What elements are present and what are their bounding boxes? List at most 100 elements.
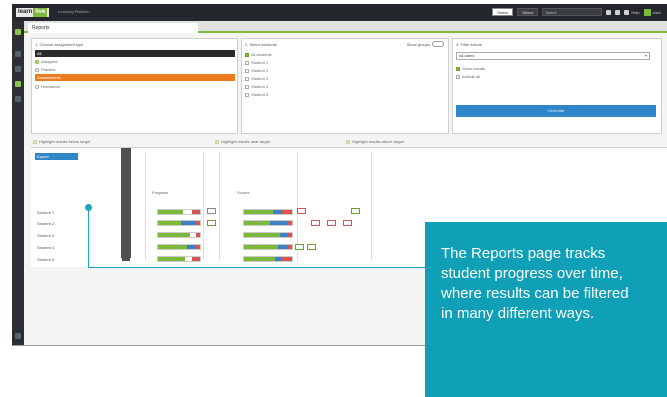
score-segment: [244, 221, 271, 225]
section-label-scores: Scores: [237, 190, 250, 195]
dashboard-icon[interactable]: [15, 51, 21, 57]
user-menu[interactable]: User: [643, 8, 661, 16]
context-selector[interactable]: Select: [542, 8, 603, 16]
help-icon: [624, 9, 630, 15]
settings-nav-icon[interactable]: [15, 96, 21, 102]
export-button[interactable]: Export: [35, 153, 78, 160]
highlight-option[interactable]: Highlight results below target: [33, 138, 90, 145]
row-id-cell: [122, 220, 130, 225]
type-option-assigned[interactable]: Assigned: [35, 58, 57, 65]
checkbox-icon: [215, 139, 219, 144]
highlight-option[interactable]: Highlight results above target: [346, 138, 404, 145]
student-name[interactable]: Student 3: [37, 233, 54, 238]
student-name[interactable]: Student 2: [37, 221, 54, 226]
help-link[interactable]: Help: [624, 9, 640, 15]
student-name[interactable]: Student 5: [37, 257, 54, 262]
score-bar: [243, 232, 293, 238]
assignment-type-panel: 1. Choose assignment type All Assigned P…: [31, 38, 238, 134]
reports-icon[interactable]: [15, 81, 21, 87]
divider: [145, 152, 146, 260]
progress-bar: [157, 209, 201, 215]
score-bar: [243, 244, 293, 250]
app-logo[interactable]: learn live: [16, 8, 50, 17]
date-range-select[interactable]: All dates ▾: [456, 52, 650, 60]
row-id-cell: [122, 244, 130, 249]
type-option-practice[interactable]: Practice: [35, 66, 55, 73]
collapse-icon[interactable]: [15, 333, 21, 339]
chevron-down-icon: ▾: [644, 53, 647, 58]
divider: [371, 152, 372, 260]
student-checkbox[interactable]: Student 4: [245, 83, 268, 90]
progress-bar: [157, 244, 201, 250]
checkbox-icon: [456, 74, 460, 79]
score-segment: [244, 257, 276, 261]
score-mark: [311, 220, 320, 226]
student-name[interactable]: Student 4: [37, 245, 54, 250]
student-checkbox[interactable]: Student 3: [245, 75, 268, 82]
score-mark: [295, 244, 304, 250]
callout-connector: [88, 207, 89, 268]
progress-segment: [158, 221, 182, 225]
panel-title: 3. Filter format: [456, 42, 482, 47]
toggle-switch: [432, 41, 444, 47]
progress-mark: [207, 220, 216, 226]
type-option-assessments[interactable]: Assessments: [35, 74, 235, 81]
progress-segment: [195, 245, 200, 249]
checkbox-icon: [245, 68, 249, 73]
progress-bar: [157, 232, 201, 238]
show-groups-toggle[interactable]: Show groups: [407, 41, 444, 47]
student-checkbox[interactable]: Student 5: [245, 91, 268, 98]
checkbox-icon: [346, 139, 350, 144]
student-checkbox[interactable]: Student 1: [245, 59, 268, 66]
student-checkbox[interactable]: Student 2: [245, 67, 268, 74]
score-segment: [287, 233, 292, 237]
home-icon[interactable]: [15, 29, 21, 35]
score-segment: [280, 233, 288, 237]
callout-text: The Reports page tracks student progress…: [441, 245, 629, 322]
progress-segment: [191, 257, 200, 261]
score-bar: [243, 209, 293, 215]
top-action-button-1[interactable]: Select: [492, 8, 514, 16]
select-students-panel: 2. Select students Show groups All stude…: [241, 38, 449, 134]
type-option-all[interactable]: All: [35, 50, 235, 57]
score-mark: [297, 208, 306, 214]
row-id-cell: [122, 209, 130, 214]
checkbox-icon: [245, 52, 249, 57]
feature-callout: The Reports page tracks student progress…: [425, 222, 667, 397]
type-option-homework[interactable]: Homework: [35, 83, 60, 90]
checkbox-icon: [33, 139, 37, 144]
score-segment: [275, 257, 283, 261]
tab-reports[interactable]: Reports: [28, 23, 198, 33]
panel-title: 2. Select students: [245, 42, 277, 47]
radio-icon: [35, 84, 39, 89]
checkbox-icon: [245, 60, 249, 65]
courses-icon[interactable]: [15, 66, 21, 72]
divider: [219, 152, 220, 260]
score-segment: [244, 233, 280, 237]
grid-icon[interactable]: [606, 9, 612, 15]
score-mark: [307, 244, 316, 250]
progress-bar: [157, 256, 201, 262]
progress-segment: [195, 221, 200, 225]
app-title: Learning Platform: [58, 9, 90, 14]
progress-segment: [158, 245, 188, 249]
callout-pointer-dot: [85, 204, 92, 211]
student-checkbox[interactable]: All students: [245, 51, 272, 58]
progress-bar: [157, 220, 201, 226]
student-name[interactable]: Student 1: [37, 210, 54, 215]
format-option-checkbox[interactable]: Include all: [456, 73, 480, 80]
generate-button[interactable]: Generate: [456, 105, 656, 117]
progress-segment: [158, 210, 184, 214]
format-option-checkbox[interactable]: Show results: [456, 65, 485, 72]
checkbox-icon: [245, 84, 249, 89]
settings-icon[interactable]: [615, 9, 621, 15]
highlight-option[interactable]: Highlight results near target: [215, 138, 270, 145]
score-segment: [277, 245, 288, 249]
progress-segment: [158, 233, 190, 237]
top-action-button-2[interactable]: Select: [517, 8, 539, 16]
callout-connector: [88, 267, 425, 268]
radio-icon: [35, 67, 39, 72]
progress-segment: [191, 210, 200, 214]
score-segment: [270, 221, 288, 225]
score-mark: [343, 220, 352, 226]
